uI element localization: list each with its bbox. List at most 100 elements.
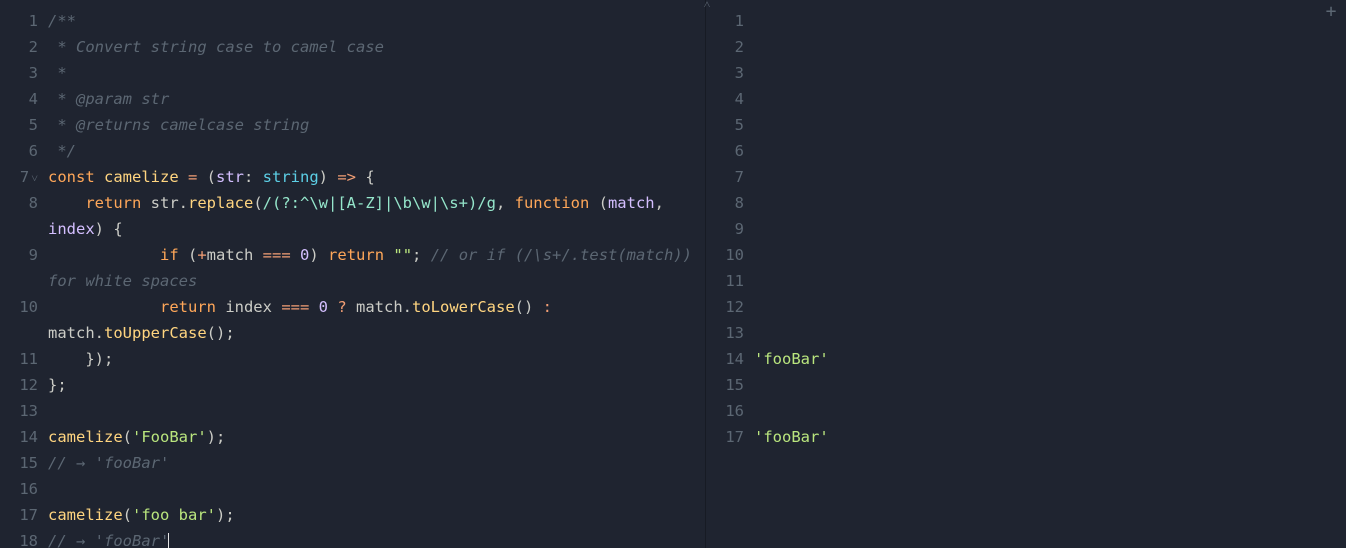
line-number[interactable]: 8 [0, 190, 44, 242]
line-number[interactable]: 2 [706, 34, 750, 60]
add-pane-icon[interactable]: + [1322, 4, 1340, 22]
code-line[interactable]: 'fooBar' [754, 346, 1346, 372]
token: match [356, 298, 403, 316]
line-number[interactable]: 12 [0, 372, 44, 398]
token: camelize [48, 428, 123, 446]
line-number[interactable]: 2 [0, 34, 44, 60]
code-left[interactable]: /** * Convert string case to camel case … [44, 0, 705, 548]
editor-pane-left[interactable]: 123456789101112131415161718 /** * Conver… [0, 0, 706, 548]
token: }); [48, 350, 113, 368]
token: replace [188, 194, 253, 212]
code-line[interactable]: * @returns camelcase string [48, 112, 705, 138]
code-line[interactable] [754, 372, 1346, 398]
token: = [179, 168, 207, 186]
line-number[interactable]: 12 [706, 294, 750, 320]
line-number[interactable]: 8 [706, 190, 750, 216]
code-line[interactable] [754, 86, 1346, 112]
token: ) [319, 168, 338, 186]
line-number[interactable]: 11 [706, 268, 750, 294]
token: 0 [319, 298, 328, 316]
line-number[interactable]: 15 [706, 372, 750, 398]
token: * @param str [48, 90, 169, 108]
line-number[interactable]: 16 [706, 398, 750, 424]
line-number[interactable]: 13 [0, 398, 44, 424]
line-number[interactable]: 14 [706, 346, 750, 372]
gutter-right[interactable]: 1234567891011121314151617 [706, 0, 750, 548]
editor-pane-right[interactable]: 1234567891011121314151617 'fooBar''fooBa… [706, 0, 1346, 548]
code-line[interactable]: return index === 0 ? match.toLowerCase()… [48, 294, 705, 346]
line-number[interactable]: 14 [0, 424, 44, 450]
code-line[interactable] [754, 190, 1346, 216]
token: return [85, 194, 150, 212]
code-line[interactable]: }; [48, 372, 705, 398]
code-line[interactable] [48, 398, 705, 424]
line-number[interactable]: 11 [0, 346, 44, 372]
code-line[interactable] [754, 164, 1346, 190]
line-number[interactable]: 5 [0, 112, 44, 138]
code-line[interactable]: const camelize = (str: string) => { [48, 164, 705, 190]
token: ; [412, 246, 431, 264]
line-number[interactable]: 10 [0, 294, 44, 346]
line-number[interactable]: 13 [706, 320, 750, 346]
line-number[interactable]: 10 [706, 242, 750, 268]
line-number[interactable]: 4 [706, 86, 750, 112]
line-number[interactable]: 1 [0, 8, 44, 34]
line-number[interactable]: 6 [706, 138, 750, 164]
token: (); [207, 324, 235, 342]
token: return [328, 246, 384, 264]
line-number[interactable]: 18 [0, 528, 44, 548]
code-line[interactable] [754, 216, 1346, 242]
line-number[interactable]: 7 [0, 164, 44, 190]
line-number[interactable]: 16 [0, 476, 44, 502]
code-line[interactable] [754, 138, 1346, 164]
token: . [403, 298, 412, 316]
code-line[interactable] [754, 60, 1346, 86]
token: string [263, 168, 319, 186]
code-line[interactable]: 'fooBar' [754, 424, 1346, 450]
code-line[interactable] [754, 8, 1346, 34]
token: // → 'fooBar' [48, 532, 169, 548]
token: toLowerCase [412, 298, 515, 316]
token: ? [328, 298, 356, 316]
code-line[interactable] [754, 242, 1346, 268]
line-number[interactable]: 9 [0, 242, 44, 294]
line-number[interactable]: 7 [706, 164, 750, 190]
code-line[interactable]: if (+match === 0) return ""; // or if (/… [48, 242, 705, 294]
code-line[interactable] [754, 294, 1346, 320]
token: === [272, 298, 319, 316]
code-line[interactable]: camelize('foo bar'); [48, 502, 705, 528]
line-number[interactable]: 17 [706, 424, 750, 450]
code-line[interactable]: * @param str [48, 86, 705, 112]
code-line[interactable]: return str.replace(/(?:^\w|[A-Z]|\b\w|\s… [48, 190, 705, 242]
token: ); [216, 506, 235, 524]
line-number[interactable]: 4 [0, 86, 44, 112]
code-line[interactable]: }); [48, 346, 705, 372]
token: match [608, 194, 655, 212]
token: "" [393, 246, 412, 264]
code-line[interactable]: * [48, 60, 705, 86]
code-line[interactable] [754, 320, 1346, 346]
line-number[interactable]: 3 [0, 60, 44, 86]
code-line[interactable]: * Convert string case to camel case [48, 34, 705, 60]
code-line[interactable]: camelize('FooBar'); [48, 424, 705, 450]
line-number[interactable]: 1 [706, 8, 750, 34]
line-number[interactable]: 9 [706, 216, 750, 242]
line-number[interactable]: 5 [706, 112, 750, 138]
token: ( [207, 168, 216, 186]
code-line[interactable] [754, 112, 1346, 138]
code-right[interactable]: 'fooBar' 'fooBar' [750, 0, 1346, 548]
code-line[interactable]: */ [48, 138, 705, 164]
code-line[interactable] [754, 398, 1346, 424]
code-line[interactable]: /** [48, 8, 705, 34]
token: ) [309, 246, 328, 264]
gutter-left[interactable]: 123456789101112131415161718 [0, 0, 44, 548]
line-number[interactable]: 17 [0, 502, 44, 528]
code-line[interactable] [754, 268, 1346, 294]
code-line[interactable] [754, 34, 1346, 60]
code-line[interactable] [48, 476, 705, 502]
code-line[interactable]: // → 'fooBar' [48, 450, 705, 476]
line-number[interactable]: 3 [706, 60, 750, 86]
line-number[interactable]: 6 [0, 138, 44, 164]
line-number[interactable]: 15 [0, 450, 44, 476]
code-line[interactable]: // → 'fooBar' [48, 528, 705, 548]
